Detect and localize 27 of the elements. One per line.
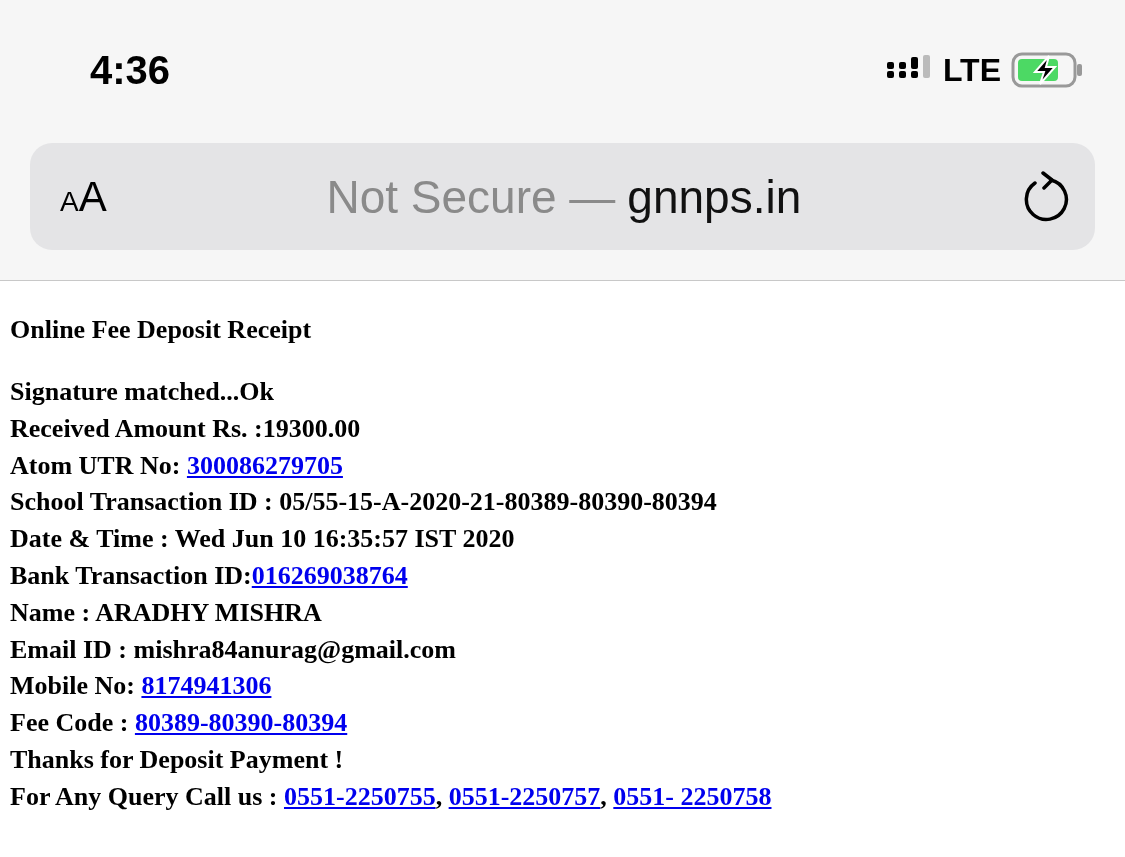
status-time: 4:36 [90,47,171,93]
receipt-line: Mobile No: 8174941306 [10,670,273,703]
link[interactable]: 0551-2250755 [284,781,436,811]
receipt-line: Bank Transaction ID:016269038764 [10,560,409,592]
receipt-title: Online Fee Deposit Receipt [10,314,313,346]
receipt-line: Email ID : mishra84anurag@gmail.com [10,633,457,666]
address-bar[interactable]: AA Not Secure — gnnps.in [30,143,1095,250]
link[interactable]: 016269038764 [251,561,408,590]
link[interactable]: 0551-2250757 [448,781,601,811]
receipt-line: Fee Code : 80389-80390-80394 [10,707,349,740]
receipt-line: Name : ARADHY MISHRA [10,596,323,629]
battery-charging-icon [1011,52,1083,88]
link[interactable]: 80389-80390-80394 [134,708,348,738]
network-label: LTE [942,51,1001,89]
receipt-line: Atom UTR No: 300086279705 [10,449,344,482]
receipt-line: Thanks for Deposit Payment ! [10,743,345,776]
link[interactable]: 0551- 2250758 [613,781,772,811]
link[interactable]: 300086279705 [186,450,343,480]
receipt-line: School Transaction ID : 05/55-15-A-2020-21-80389-80390-80394 [10,486,718,519]
security-label: Not Secure — [326,170,616,223]
domain-label: gnnps.in [627,170,802,223]
text-size-button[interactable]: AA [60,172,107,221]
receipt-line: Signature matched...Ok [10,376,275,408]
receipt-line: Date & Time : Wed Jun 10 16:35:57 IST 2020 [10,523,516,556]
receipt-line: Received Amount Rs. :19300.00 [10,412,362,445]
receipt-line: For Any Query Call us : 0551-2250755, 0551-2250757, 0551- 2250758 [10,780,773,813]
link[interactable]: 8174941306 [141,671,272,701]
